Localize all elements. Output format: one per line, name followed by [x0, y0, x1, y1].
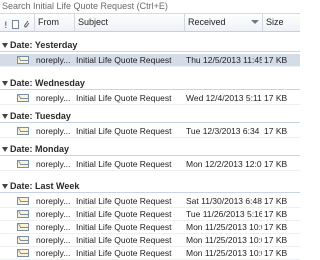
- message-size: 17 KB: [264, 55, 288, 65]
- envelope-icon: [17, 236, 29, 244]
- message-received: Wed 12/4/2013 5:11 PM: [186, 93, 262, 103]
- message-received: Mon 11/25/2013 10:00 ...: [186, 248, 262, 258]
- group-header[interactable]: Date: Last Week: [0, 180, 300, 193]
- envelope-icon: [17, 249, 29, 257]
- column-size[interactable]: Size: [262, 14, 300, 31]
- message-subject: Initial Life Quote Request: [76, 93, 172, 103]
- message-size: 17 KB: [264, 93, 288, 103]
- message-size: 17 KB: [264, 126, 288, 136]
- message-subject: Initial Life Quote Request: [76, 209, 172, 219]
- message-row[interactable]: noreply... Initial Life Quote Request Mon …: [0, 158, 300, 171]
- message-received: Tue 12/3/2013 6:34 PM: [186, 126, 262, 136]
- message-subject: Initial Life Quote Request: [76, 126, 172, 136]
- collapse-triangle-icon[interactable]: [2, 184, 8, 189]
- message-row[interactable]: noreply... Initial Life Quote Request Sat …: [0, 195, 300, 208]
- message-received: Tue 11/26/2013 5:16 PM: [186, 209, 262, 219]
- group-divider: [0, 155, 300, 156]
- message-row[interactable]: noreply... Initial Life Quote Request Mon …: [0, 234, 300, 247]
- envelope-icon: [17, 94, 29, 102]
- group-divider: [0, 51, 300, 52]
- column-received[interactable]: Received: [184, 14, 262, 31]
- message-from: noreply...: [36, 55, 71, 65]
- envelope-icon: [17, 197, 29, 205]
- message-from: noreply...: [36, 235, 71, 245]
- message-subject: Initial Life Quote Request: [76, 55, 172, 65]
- message-from: noreply...: [36, 159, 71, 169]
- message-row[interactable]: noreply... Initial Life Quote Request Mon …: [0, 221, 300, 234]
- message-received: Thu 12/5/2013 11:45 A...: [186, 55, 262, 65]
- message-size: 17 KB: [264, 209, 288, 219]
- group-header[interactable]: Date: Yesterday: [0, 39, 300, 52]
- column-header: ! From Subject Received Size: [0, 14, 300, 32]
- group-header[interactable]: Date: Monday: [0, 143, 300, 156]
- envelope-icon: [17, 127, 29, 135]
- group-divider: [0, 122, 300, 123]
- message-received: Mon 11/25/2013 10:00 ...: [186, 235, 262, 245]
- collapse-triangle-icon[interactable]: [2, 147, 8, 152]
- column-from-label: From: [38, 17, 59, 27]
- sort-descending-icon: [251, 20, 259, 24]
- group-header[interactable]: Date: Tuesday: [0, 110, 300, 123]
- message-received: Mon 11/25/2013 10:00 ...: [186, 222, 262, 232]
- envelope-icon: [17, 56, 29, 64]
- group-header[interactable]: Date: Wednesday: [0, 77, 300, 90]
- message-row[interactable]: noreply... Initial Life Quote Request Wed …: [0, 92, 300, 105]
- message-subject: Initial Life Quote Request: [76, 235, 172, 245]
- message-received: Sat 11/30/2013 6:48 AM: [186, 196, 262, 206]
- message-from: noreply...: [36, 248, 71, 258]
- importance-icon: !: [3, 18, 11, 31]
- column-subject[interactable]: Subject: [74, 14, 184, 31]
- collapse-triangle-icon[interactable]: [2, 81, 8, 86]
- group-divider: [0, 89, 300, 90]
- message-size: 17 KB: [264, 159, 288, 169]
- column-size-label: Size: [266, 17, 284, 27]
- search-bar: Search Initial Life Quote Request (Ctrl+…: [0, 0, 300, 14]
- message-subject: Initial Life Quote Request: [76, 159, 172, 169]
- message-row[interactable]: noreply... Initial Life Quote Request Tue …: [0, 208, 300, 221]
- icon-columns[interactable]: !: [0, 14, 34, 31]
- message-from: noreply...: [36, 209, 71, 219]
- document-icon: [12, 18, 20, 29]
- group-divider: [0, 192, 300, 193]
- attachment-icon: [23, 18, 31, 28]
- message-row[interactable]: noreply... Initial Life Quote Request Thu …: [0, 54, 300, 67]
- search-input[interactable]: Search Initial Life Quote Request (Ctrl+…: [2, 1, 168, 12]
- message-size: 17 KB: [264, 196, 288, 206]
- message-from: noreply...: [36, 222, 71, 232]
- message-size: 17 KB: [264, 235, 288, 245]
- svg-text:!: !: [4, 21, 8, 29]
- message-from: noreply...: [36, 126, 71, 136]
- collapse-triangle-icon[interactable]: [2, 114, 8, 119]
- message-subject: Initial Life Quote Request: [76, 196, 172, 206]
- message-from: noreply...: [36, 196, 71, 206]
- envelope-icon: [17, 160, 29, 168]
- collapse-triangle-icon[interactable]: [2, 43, 8, 48]
- column-subject-label: Subject: [78, 17, 109, 27]
- message-row[interactable]: noreply... Initial Life Quote Request Mon …: [0, 247, 300, 260]
- message-row[interactable]: noreply... Initial Life Quote Request Tue …: [0, 125, 300, 138]
- column-from[interactable]: From: [34, 14, 74, 31]
- message-subject: Initial Life Quote Request: [76, 222, 172, 232]
- column-received-label: Received: [188, 17, 226, 27]
- message-size: 17 KB: [264, 248, 288, 258]
- message-from: noreply...: [36, 93, 71, 103]
- envelope-icon: [17, 210, 29, 218]
- message-subject: Initial Life Quote Request: [76, 248, 172, 258]
- message-received: Mon 12/2/2013 12:08 ...: [186, 159, 262, 169]
- message-size: 17 KB: [264, 222, 288, 232]
- envelope-icon: [17, 223, 29, 231]
